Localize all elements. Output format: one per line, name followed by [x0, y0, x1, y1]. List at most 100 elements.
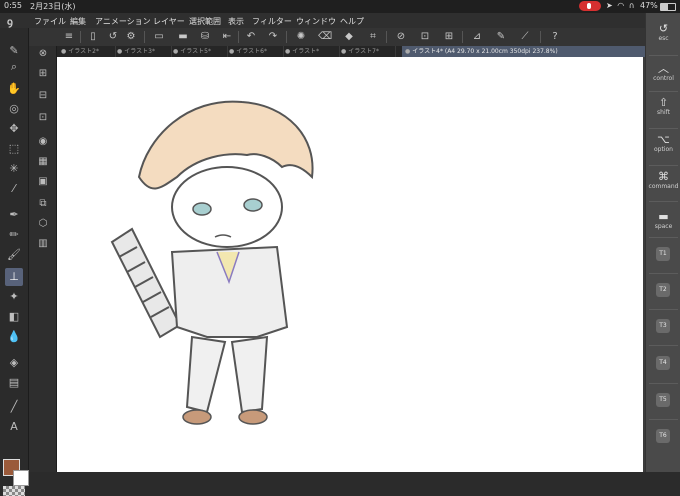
transparent-color-swatch[interactable]: [3, 486, 25, 496]
pencil-icon[interactable]: ✏: [5, 226, 23, 244]
eraser-icon[interactable]: ◧: [5, 308, 23, 326]
history-icon[interactable]: ↺: [106, 30, 120, 44]
pen-snap-icon[interactable]: ✎: [494, 30, 508, 44]
tab-illust5[interactable]: ● イラスト5*: [170, 46, 228, 57]
tab-illust7[interactable]: ● イラスト7*: [338, 46, 396, 57]
drawing-canvas[interactable]: [57, 57, 643, 472]
menu-view[interactable]: 表示: [228, 16, 244, 27]
caret-up-icon: ︿: [658, 62, 669, 75]
edge-keyboard: ↺ esc ︿ control ⇧ shift ⌥ option ⌘ command ▬ s…: [645, 13, 680, 472]
sub-tool-palette: ⊗ ⊞ ⊟ ⊡ ◉ ▦ ▣ ⧉ ⬡ ▥: [29, 46, 57, 472]
brush-icon[interactable]: 🖌: [5, 246, 23, 264]
move-icon[interactable]: ✥: [5, 120, 23, 138]
color-set-icon[interactable]: ▦: [35, 154, 51, 170]
deselect-icon[interactable]: ⊘: [394, 30, 408, 44]
menu-animation[interactable]: アニメーション: [95, 16, 151, 27]
zoom-icon[interactable]: ⌕: [5, 58, 23, 76]
line-tool-icon[interactable]: ╱: [5, 398, 23, 416]
settings-icon[interactable]: ⚙: [124, 30, 138, 44]
left-shoe: [182, 409, 212, 425]
battery-percent: 47%: [640, 1, 658, 10]
fill-bucket-icon[interactable]: ◈: [5, 354, 23, 372]
close-icon[interactable]: ●: [405, 48, 410, 55]
status-time: 0:55: [4, 1, 22, 10]
export-icon[interactable]: ⇤: [220, 30, 234, 44]
menu-window[interactable]: ウィンドウ: [296, 16, 336, 27]
fill-icon[interactable]: ◆: [342, 30, 356, 44]
control-key[interactable]: ︿ control: [646, 62, 680, 83]
sub-color-swatch[interactable]: [13, 470, 29, 486]
command-key[interactable]: ⌘ command: [646, 171, 680, 191]
t1-key[interactable]: T1: [656, 247, 670, 261]
tab-illust4[interactable]: ● イラスト4* (A4 29.70 x 21.00cm 350dpi 237.8…: [402, 46, 646, 57]
color-circle-icon[interactable]: ◉: [35, 134, 51, 150]
layer-icon[interactable]: ⧉: [35, 196, 51, 212]
layer-move-icon[interactable]: ⊞: [35, 66, 51, 82]
text-tool-icon[interactable]: A: [5, 418, 23, 436]
tab-illust[interactable]: ● イラスト*: [282, 46, 340, 57]
shift-icon: ⇧: [658, 96, 669, 109]
shift-key[interactable]: ⇧ shift: [646, 96, 680, 117]
spacebar-icon: ▬: [658, 210, 669, 223]
airbrush-icon[interactable]: ⊥: [5, 268, 23, 286]
layer-copy-icon[interactable]: ⊟: [35, 88, 51, 104]
blend-icon[interactable]: 💧: [5, 328, 23, 346]
menu-hamburger-icon[interactable]: ≡: [62, 30, 76, 44]
menu-edit[interactable]: 編集: [70, 16, 86, 27]
record-icon[interactable]: [579, 1, 601, 11]
loading-icon[interactable]: ✺: [294, 30, 308, 44]
save-icon[interactable]: ⛁: [198, 30, 212, 44]
invert-selection-icon[interactable]: ⊞: [442, 30, 456, 44]
esc-key[interactable]: ↺ esc: [646, 23, 680, 43]
clear-icon[interactable]: ⌫: [318, 30, 332, 44]
space-key[interactable]: ▬ space: [646, 210, 680, 231]
menu-file[interactable]: ファイル: [34, 16, 66, 27]
magic-wand-icon[interactable]: ✳: [5, 160, 23, 178]
redo-icon[interactable]: ↷: [266, 30, 280, 44]
pen-icon[interactable]: ✒: [5, 206, 23, 224]
help-icon[interactable]: ?: [548, 30, 562, 44]
close-icon[interactable]: ●: [341, 48, 346, 55]
navigator-icon[interactable]: ▣: [35, 174, 51, 190]
auto-select-icon[interactable]: ◎: [5, 100, 23, 118]
tab-illust3[interactable]: ● イラスト3*: [114, 46, 172, 57]
open-folder-icon[interactable]: ▬: [176, 30, 190, 44]
tab-illust2[interactable]: ● イラスト2*: [58, 46, 116, 57]
app-logo-icon[interactable]: ꝯ: [7, 14, 13, 28]
close-icon[interactable]: ●: [229, 48, 234, 55]
layer-property-icon[interactable]: ⊡: [35, 110, 51, 126]
t5-key[interactable]: T5: [656, 393, 670, 407]
close-icon[interactable]: ⊗: [35, 46, 51, 62]
undo-icon[interactable]: ↶: [244, 30, 258, 44]
new-document-icon[interactable]: ▭: [152, 30, 166, 44]
close-icon[interactable]: ●: [117, 48, 122, 55]
option-key[interactable]: ⌥ option: [646, 134, 680, 154]
tab-illust6[interactable]: ● イラスト6*: [226, 46, 284, 57]
crop-icon[interactable]: ⌗: [366, 30, 380, 44]
tool-palette: ✎ ⌕ ✋ ◎ ✥ ⬚ ✳ ⁄ ✒ ✏ 🖌 ⊥ ✦ ◧ 💧 ◈ ▤ ╱ A: [0, 28, 29, 496]
timeline-icon[interactable]: ▥: [35, 236, 51, 252]
status-date: 2月23日(水): [30, 2, 76, 11]
t3-key[interactable]: T3: [656, 319, 670, 333]
material-icon[interactable]: ⬡: [35, 216, 51, 232]
t6-key[interactable]: T6: [656, 429, 670, 443]
close-icon[interactable]: ●: [285, 48, 290, 55]
menu-selection[interactable]: 選択範囲: [189, 16, 221, 27]
hand-icon[interactable]: ✋: [5, 80, 23, 98]
smartphone-icon[interactable]: ▯: [86, 30, 100, 44]
menu-help[interactable]: ヘルプ: [340, 16, 364, 27]
menu-filter[interactable]: フィルター: [252, 16, 292, 27]
gradient-icon[interactable]: ▤: [5, 374, 23, 392]
headphones-icon: ∩: [628, 1, 636, 10]
t2-key[interactable]: T2: [656, 283, 670, 297]
select-all-icon[interactable]: ⊡: [418, 30, 432, 44]
close-icon[interactable]: ●: [173, 48, 178, 55]
marquee-icon[interactable]: ⬚: [5, 140, 23, 158]
close-icon[interactable]: ●: [61, 48, 66, 55]
eyedropper-icon[interactable]: ⁄: [5, 180, 23, 198]
decoration-icon[interactable]: ✦: [5, 288, 23, 306]
line-snap-icon[interactable]: ⟋: [518, 30, 532, 44]
ruler-snap-icon[interactable]: ⊿: [470, 30, 484, 44]
menu-layer[interactable]: レイヤー: [153, 16, 185, 27]
t4-key[interactable]: T4: [656, 356, 670, 370]
